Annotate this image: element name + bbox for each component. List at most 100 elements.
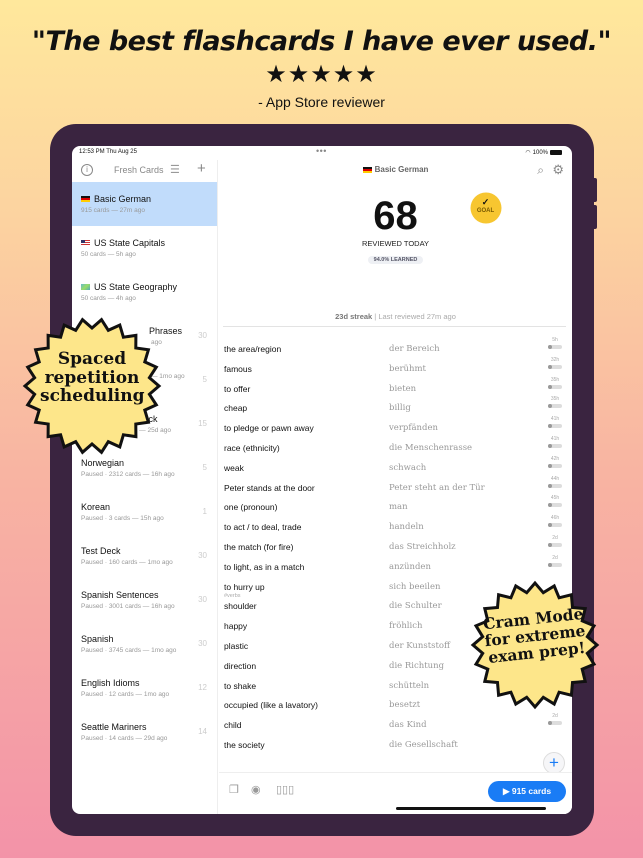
deck-item[interactable]: Seattle Mariners Paused · 14 cards — 29d … (72, 710, 217, 754)
deck-item[interactable]: Korean Paused · 3 cards — 15h ago 1 (72, 490, 217, 534)
deck-due-count: 15 (198, 419, 207, 428)
card-back: die Menschenrasse (389, 442, 473, 453)
card-back: anzünden (389, 561, 431, 572)
card-front: race (ethnicity) (224, 442, 280, 453)
deck-due-count: 30 (198, 551, 207, 560)
card-due-time: 41h (550, 416, 560, 423)
volume-down-button (592, 205, 597, 229)
info-icon[interactable]: i (81, 164, 93, 176)
card-row[interactable]: to offer bieten 35h (219, 377, 572, 402)
card-due-time: 2d (552, 534, 558, 541)
goal-badge: ✓ GOAL (471, 194, 500, 222)
deck-item[interactable]: Test Deck Paused · 160 cards — 1mo ago 30 (72, 534, 217, 578)
battery-percent: 100% (532, 149, 548, 156)
card-row[interactable]: to act / to deal, trade handeln 46h (219, 515, 572, 540)
card-back: besetzt (389, 700, 421, 711)
card-toggle[interactable] (548, 345, 562, 349)
card-back: verpfänden (389, 423, 438, 434)
card-toggle[interactable] (548, 523, 562, 528)
list-icon[interactable]: ☰ (170, 163, 180, 176)
card-back: handeln (389, 522, 424, 533)
card-toggle[interactable] (548, 562, 562, 567)
badge-left-text: Spaced repetition scheduling (40, 349, 145, 407)
card-row[interactable]: weak schwach 42h (219, 456, 572, 481)
card-row[interactable]: the area/region der Bereich 5h (219, 337, 572, 362)
streak-count: 23d streak (335, 312, 373, 321)
card-toggle[interactable] (548, 404, 562, 409)
card-front: cheap (224, 403, 248, 414)
card-row[interactable]: to light, as in a match anzünden 2d (219, 555, 572, 580)
add-deck-button[interactable]: + (197, 160, 206, 177)
card-due-time: 5h (552, 337, 558, 343)
card-toggle[interactable] (548, 384, 562, 389)
deck-meta: Paused · 3 cards — 15h ago (81, 515, 164, 522)
copy-icon[interactable]: ❐ (229, 783, 239, 796)
card-front: shoulder (224, 601, 257, 612)
stats-bars-icon[interactable]: ▯▯▯ (276, 783, 294, 796)
card-back: berühmt (389, 363, 426, 374)
spaced-repetition-badge: Spaced repetition scheduling (22, 316, 162, 456)
deck-item[interactable]: Spanish Sentences Paused · 3001 cards — 1… (72, 578, 217, 622)
card-front: to hurry up (224, 581, 265, 592)
card-row[interactable]: cheap billig 35h (219, 396, 572, 421)
card-due-time: 45h (550, 495, 560, 502)
deck-sidebar: i Fresh Cards ☰ + Basic German 915 cards … (72, 160, 218, 814)
card-due-time: 35h (550, 376, 560, 383)
card-due-time: 32h (550, 356, 560, 363)
promo-headline: "The best flashcards I have ever used." (31, 26, 612, 57)
deck-item[interactable]: US State Capitals 50 cards — 5h ago (72, 226, 217, 270)
search-icon[interactable]: ⌕ (537, 163, 544, 178)
app-screen: 12:53 PM Thu Aug 25 ••• ◠ 100% i Fresh C… (72, 146, 572, 814)
card-toggle[interactable] (548, 424, 562, 429)
deck-name-row: Test Deck (81, 546, 217, 556)
promo-attribution: - App Store reviewer (258, 94, 385, 110)
card-toggle[interactable] (548, 503, 562, 508)
card-toggle[interactable] (548, 463, 562, 468)
card-row[interactable]: Peter stands at the door Peter steht an d… (219, 476, 572, 501)
card-toggle[interactable] (548, 721, 562, 726)
card-row[interactable]: famous berühmt 32h (219, 357, 572, 382)
card-row[interactable]: child das Kind 2d (219, 713, 572, 738)
add-card-button[interactable]: + (543, 752, 565, 774)
card-toggle[interactable] (548, 443, 562, 448)
rating-stars: ★★★★★ (265, 61, 378, 88)
sidebar-header: i Fresh Cards ☰ + (72, 160, 217, 182)
multitask-dots[interactable]: ••• (316, 146, 327, 156)
deck-name: Norwegian (81, 458, 125, 468)
volume-up-button (592, 178, 597, 202)
card-back: billig (389, 403, 411, 414)
deck-name: Seattle Mariners (81, 722, 147, 732)
card-front: plastic (224, 640, 249, 651)
card-front: one (pronoun) (224, 502, 278, 513)
card-row[interactable]: one (pronoun) man 45h (219, 495, 572, 520)
deck-name: Korean (81, 502, 111, 512)
card-row[interactable]: to pledge or pawn away verpfänden 41h (219, 416, 572, 441)
check-icon: ✓ (481, 197, 490, 207)
card-front: the society (224, 739, 265, 750)
card-row[interactable]: the match (for fire) das Streichholz 2d (219, 535, 572, 560)
deck-item[interactable]: Spanish Paused · 3745 cards — 1mo ago 30 (72, 622, 217, 666)
card-front: to pledge or pawn away (224, 423, 314, 434)
card-toggle[interactable] (548, 483, 562, 488)
deck-item[interactable]: Basic German 915 cards — 27m ago (72, 182, 217, 226)
deck-detail: Basic German ⌕ ⚙ 68 ✓ GOAL REVIEWED TODA… (219, 160, 572, 814)
card-back: die Schulter (389, 601, 442, 612)
deck-item[interactable]: English Idioms Paused · 12 cards — 1mo ag… (72, 666, 217, 710)
home-indicator[interactable] (396, 807, 546, 810)
card-front: occupied (like a lavatory) (224, 700, 319, 711)
status-bar: 12:53 PM Thu Aug 25 ••• ◠ 100% (72, 146, 572, 160)
card-front: direction (224, 660, 257, 671)
deck-name: Spanish Sentences (81, 590, 159, 600)
study-button[interactable]: ▶ 915 cards (488, 781, 566, 802)
gear-icon[interactable]: ⚙ (552, 162, 564, 178)
deck-due-count: 5 (202, 463, 207, 472)
card-row[interactable]: the society die Gesellschaft (219, 738, 572, 758)
card-toggle[interactable] (548, 542, 562, 547)
deck-due-count: 5 (202, 375, 207, 384)
deck-meta: Paused · 14 cards — 29d ago (81, 735, 168, 742)
deck-due-count: 30 (198, 639, 207, 648)
deck-item[interactable]: US State Geography 50 cards — 4h ago (72, 270, 217, 314)
hide-eye-icon[interactable]: ◉ (251, 783, 261, 796)
card-row[interactable]: race (ethnicity) die Menschenrasse 41h (219, 436, 572, 461)
card-toggle[interactable] (548, 364, 562, 369)
